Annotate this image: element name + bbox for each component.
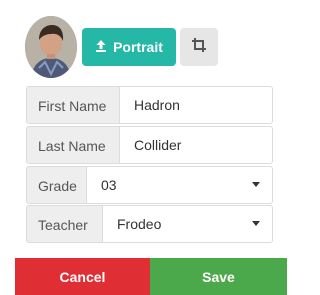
- grade-row: Grade 03: [26, 166, 273, 204]
- last-name-label: Last Name: [26, 126, 119, 164]
- teacher-value: Frodeo: [117, 216, 162, 232]
- cancel-button[interactable]: Cancel: [15, 258, 150, 295]
- crop-button[interactable]: [180, 28, 218, 66]
- grade-value: 03: [101, 177, 117, 193]
- first-name-field[interactable]: Hadron: [119, 86, 273, 124]
- grade-select[interactable]: 03: [86, 166, 273, 204]
- student-photo: [25, 16, 77, 78]
- upload-icon: [95, 39, 107, 55]
- teacher-label: Teacher: [26, 205, 102, 243]
- upload-portrait-button[interactable]: Portrait: [82, 28, 176, 66]
- crop-icon: [192, 37, 206, 57]
- student-avatar: [25, 16, 77, 78]
- chevron-down-icon: [252, 182, 260, 187]
- save-button[interactable]: Save: [150, 258, 287, 295]
- first-name-row: First Name Hadron: [26, 86, 273, 124]
- portrait-label: Portrait: [113, 39, 163, 55]
- teacher-select[interactable]: Frodeo: [102, 205, 273, 243]
- last-name-row: Last Name Collider: [26, 126, 273, 164]
- chevron-down-icon: [252, 221, 260, 226]
- grade-label: Grade: [26, 166, 86, 204]
- last-name-field[interactable]: Collider: [119, 126, 273, 164]
- first-name-label: First Name: [26, 86, 119, 124]
- teacher-row: Teacher Frodeo: [26, 205, 273, 243]
